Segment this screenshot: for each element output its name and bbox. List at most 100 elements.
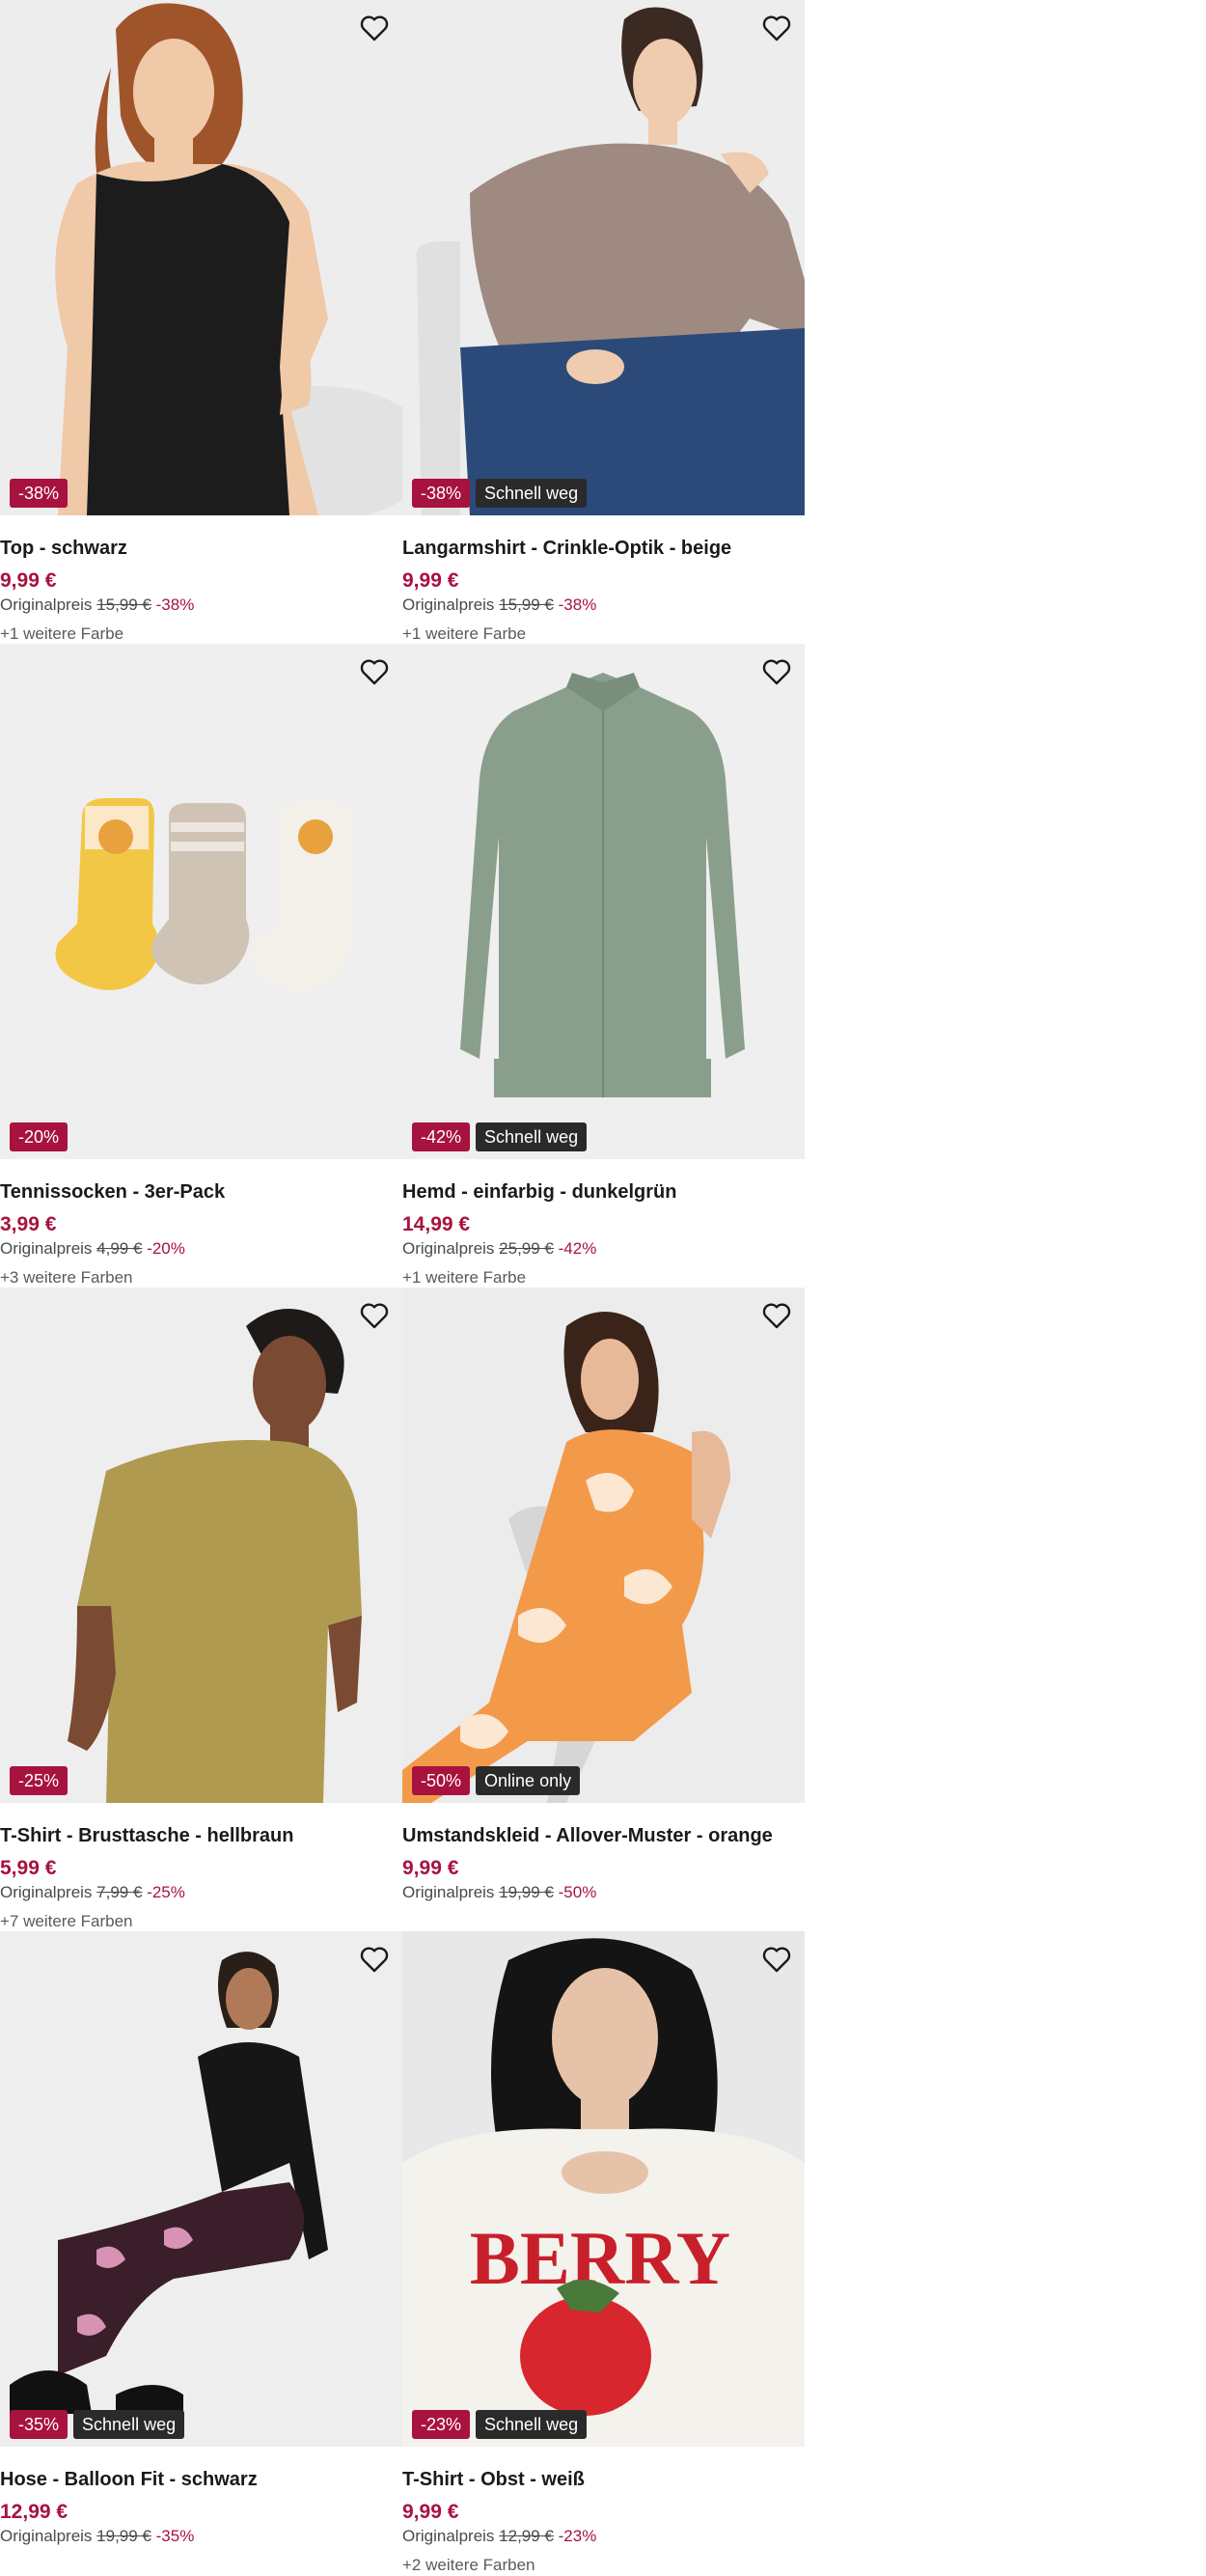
sale-price: 9,99 € [402, 2501, 459, 2523]
sale-price: 5,99 € [0, 1857, 57, 1879]
product-card[interactable]: BERRY -23% Schnell weg T-Shirt - Obst - … [402, 1931, 805, 2575]
original-price-line: Originalpreis 25,99 € -42% [402, 1237, 798, 1260]
product-card[interactable]: -50% Online only Umstandskleid - Allover… [402, 1288, 805, 1931]
discount-percent: -35% [155, 2527, 195, 2545]
product-card[interactable]: -20% Tennissocken - 3er-Pack 3,99 € Orig… [0, 644, 402, 1288]
original-price-label: Originalpreis [0, 2527, 93, 2545]
discount-badge: -20% [10, 1122, 69, 1151]
product-image[interactable] [402, 0, 805, 515]
wishlist-heart-icon[interactable] [760, 12, 793, 44]
wishlist-heart-icon[interactable] [760, 655, 793, 688]
sale-price: 9,99 € [402, 569, 459, 592]
product-image[interactable]: BERRY [402, 1931, 805, 2447]
sale-price: 12,99 € [0, 2501, 69, 2523]
status-badge: Schnell weg [476, 479, 588, 508]
discount-percent: -38% [155, 596, 195, 614]
original-price: 15,99 € [499, 596, 554, 614]
product-info[interactable]: T-Shirt - Obst - weiß 9,99 € Originalpre… [402, 2466, 798, 2575]
original-price-label: Originalpreis [402, 2527, 495, 2545]
product-card[interactable]: -38% Top - schwarz 9,99 € Originalpreis … [0, 0, 402, 644]
badges: -38% [10, 479, 69, 508]
original-price-label: Originalpreis [402, 596, 495, 614]
more-colors[interactable]: +2 weitere Farben [402, 2554, 798, 2575]
more-colors[interactable]: +3 weitere Farben [0, 1266, 396, 1288]
badges: -23% Schnell weg [412, 2410, 588, 2439]
wishlist-heart-icon[interactable] [358, 1299, 391, 1332]
product-info[interactable]: Tennissocken - 3er-Pack 3,99 € Originalp… [0, 1178, 396, 1288]
product-title[interactable]: Langarmshirt - Crinkle-Optik - beige [402, 535, 798, 562]
original-price: 19,99 € [499, 1883, 554, 1901]
product-info[interactable]: Umstandskleid - Allover-Muster - orange … [402, 1822, 798, 1904]
product-grid: -38% Top - schwarz 9,99 € Originalpreis … [0, 0, 805, 2575]
original-price-line: Originalpreis 12,99 € -23% [402, 2525, 798, 2548]
product-image[interactable] [0, 1931, 402, 2447]
discount-badge: -42% [412, 1122, 471, 1151]
product-card[interactable]: -42% Schnell weg Hemd - einfarbig - dunk… [402, 644, 805, 1288]
product-card[interactable]: -25% T-Shirt - Brusttasche - hellbraun 5… [0, 1288, 402, 1931]
product-title[interactable]: T-Shirt - Brusttasche - hellbraun [0, 1822, 396, 1849]
status-badge: Schnell weg [476, 2410, 588, 2439]
badges: -35% Schnell weg [10, 2410, 185, 2439]
status-badge: Schnell weg [476, 1122, 588, 1151]
product-title[interactable]: Umstandskleid - Allover-Muster - orange [402, 1822, 798, 1849]
product-card[interactable]: -35% Schnell weg Hose - Balloon Fit - sc… [0, 1931, 402, 2575]
badges: -50% Online only [412, 1766, 581, 1795]
product-image[interactable] [402, 1288, 805, 1803]
more-colors[interactable]: +7 weitere Farben [0, 1910, 396, 1931]
more-colors[interactable]: +1 weitere Farbe [402, 623, 798, 644]
original-price-label: Originalpreis [0, 596, 93, 614]
product-title[interactable]: Hemd - einfarbig - dunkelgrün [402, 1178, 798, 1205]
status-badge: Online only [476, 1766, 581, 1795]
original-price-line: Originalpreis 7,99 € -25% [0, 1881, 396, 1904]
wishlist-heart-icon[interactable] [358, 1943, 391, 1976]
discount-percent: -38% [558, 596, 597, 614]
original-price-label: Originalpreis [402, 1239, 495, 1258]
discount-percent: -20% [147, 1239, 185, 1258]
product-info[interactable]: Hose - Balloon Fit - schwarz 12,99 € Ori… [0, 2466, 396, 2548]
wishlist-heart-icon[interactable] [358, 12, 391, 44]
more-colors[interactable]: +1 weitere Farbe [402, 1266, 798, 1288]
product-info[interactable]: T-Shirt - Brusttasche - hellbraun 5,99 €… [0, 1822, 396, 1931]
sale-price: 3,99 € [0, 1213, 57, 1235]
discount-badge: -38% [412, 479, 471, 508]
original-price-line: Originalpreis 19,99 € -50% [402, 1881, 798, 1904]
badges: -25% [10, 1766, 69, 1795]
original-price: 7,99 € [96, 1883, 143, 1901]
badges: -42% Schnell weg [412, 1122, 588, 1151]
original-price: 4,99 € [96, 1239, 143, 1258]
product-image[interactable] [0, 1288, 402, 1803]
badges: -38% Schnell weg [412, 479, 588, 508]
discount-percent: -50% [558, 1883, 597, 1901]
discount-badge: -23% [412, 2410, 471, 2439]
product-image[interactable] [0, 644, 402, 1159]
discount-badge: -25% [10, 1766, 69, 1795]
original-price-line: Originalpreis 4,99 € -20% [0, 1237, 396, 1260]
original-price-line: Originalpreis 15,99 € -38% [0, 594, 396, 617]
original-price: 12,99 € [499, 2527, 554, 2545]
original-price-line: Originalpreis 15,99 € -38% [402, 594, 798, 617]
discount-badge: -50% [412, 1766, 471, 1795]
wishlist-heart-icon[interactable] [760, 1299, 793, 1332]
product-card[interactable]: -38% Schnell weg Langarmshirt - Crinkle-… [402, 0, 805, 644]
product-info[interactable]: Langarmshirt - Crinkle-Optik - beige 9,9… [402, 535, 798, 644]
product-title[interactable]: Top - schwarz [0, 535, 396, 562]
original-price: 19,99 € [96, 2527, 151, 2545]
sale-price: 14,99 € [402, 1213, 471, 1235]
product-info[interactable]: Top - schwarz 9,99 € Originalpreis 15,99… [0, 535, 396, 644]
wishlist-heart-icon[interactable] [358, 655, 391, 688]
product-image[interactable] [0, 0, 402, 515]
product-title[interactable]: Tennissocken - 3er-Pack [0, 1178, 396, 1205]
original-price-label: Originalpreis [402, 1883, 495, 1901]
sale-price: 9,99 € [402, 1857, 459, 1879]
product-info[interactable]: Hemd - einfarbig - dunkelgrün 14,99 € Or… [402, 1178, 798, 1288]
discount-percent: -23% [558, 2527, 597, 2545]
product-title[interactable]: Hose - Balloon Fit - schwarz [0, 2466, 396, 2493]
original-price: 15,99 € [96, 596, 151, 614]
product-image[interactable] [402, 644, 805, 1159]
wishlist-heart-icon[interactable] [760, 1943, 793, 1976]
more-colors[interactable]: +1 weitere Farbe [0, 623, 396, 644]
original-price-line: Originalpreis 19,99 € -35% [0, 2525, 396, 2548]
original-price-label: Originalpreis [0, 1239, 93, 1258]
discount-percent: -42% [558, 1239, 597, 1258]
product-title[interactable]: T-Shirt - Obst - weiß [402, 2466, 798, 2493]
